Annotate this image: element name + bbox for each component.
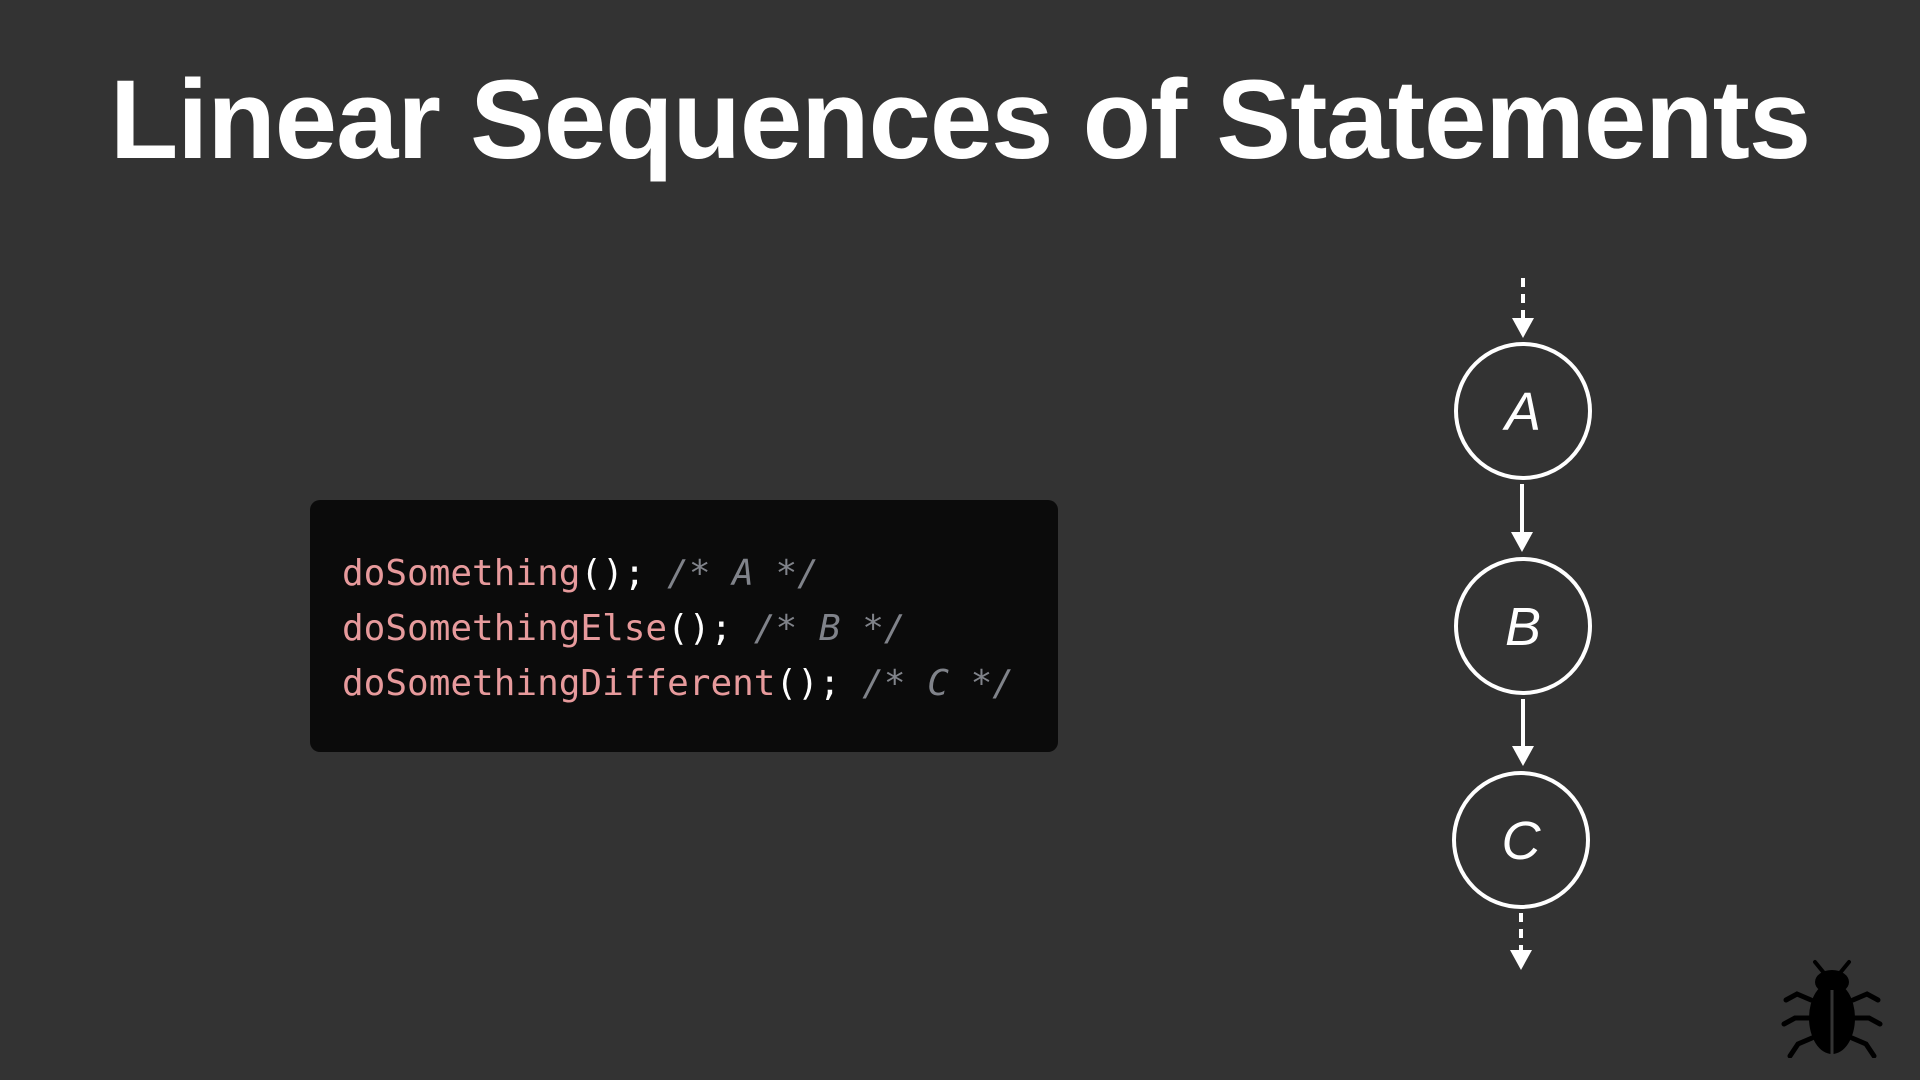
flow-node-c: C [1452, 771, 1590, 909]
flow-node-b: B [1454, 557, 1592, 695]
node-label: C [1502, 811, 1542, 871]
bug-icon [1781, 960, 1883, 1058]
flow-arrow-out [1510, 913, 1532, 970]
flow-arrow-b-c [1512, 699, 1534, 766]
node-label: A [1502, 382, 1541, 442]
flow-arrow-in [1512, 278, 1534, 338]
node-label: B [1505, 597, 1541, 657]
slide: Linear Sequences of Statements doSomethi… [0, 0, 1920, 1080]
control-flow-diagram: A B C [1452, 278, 1592, 970]
flow-node-a: A [1454, 342, 1592, 480]
flow-arrow-a-b [1511, 484, 1533, 552]
